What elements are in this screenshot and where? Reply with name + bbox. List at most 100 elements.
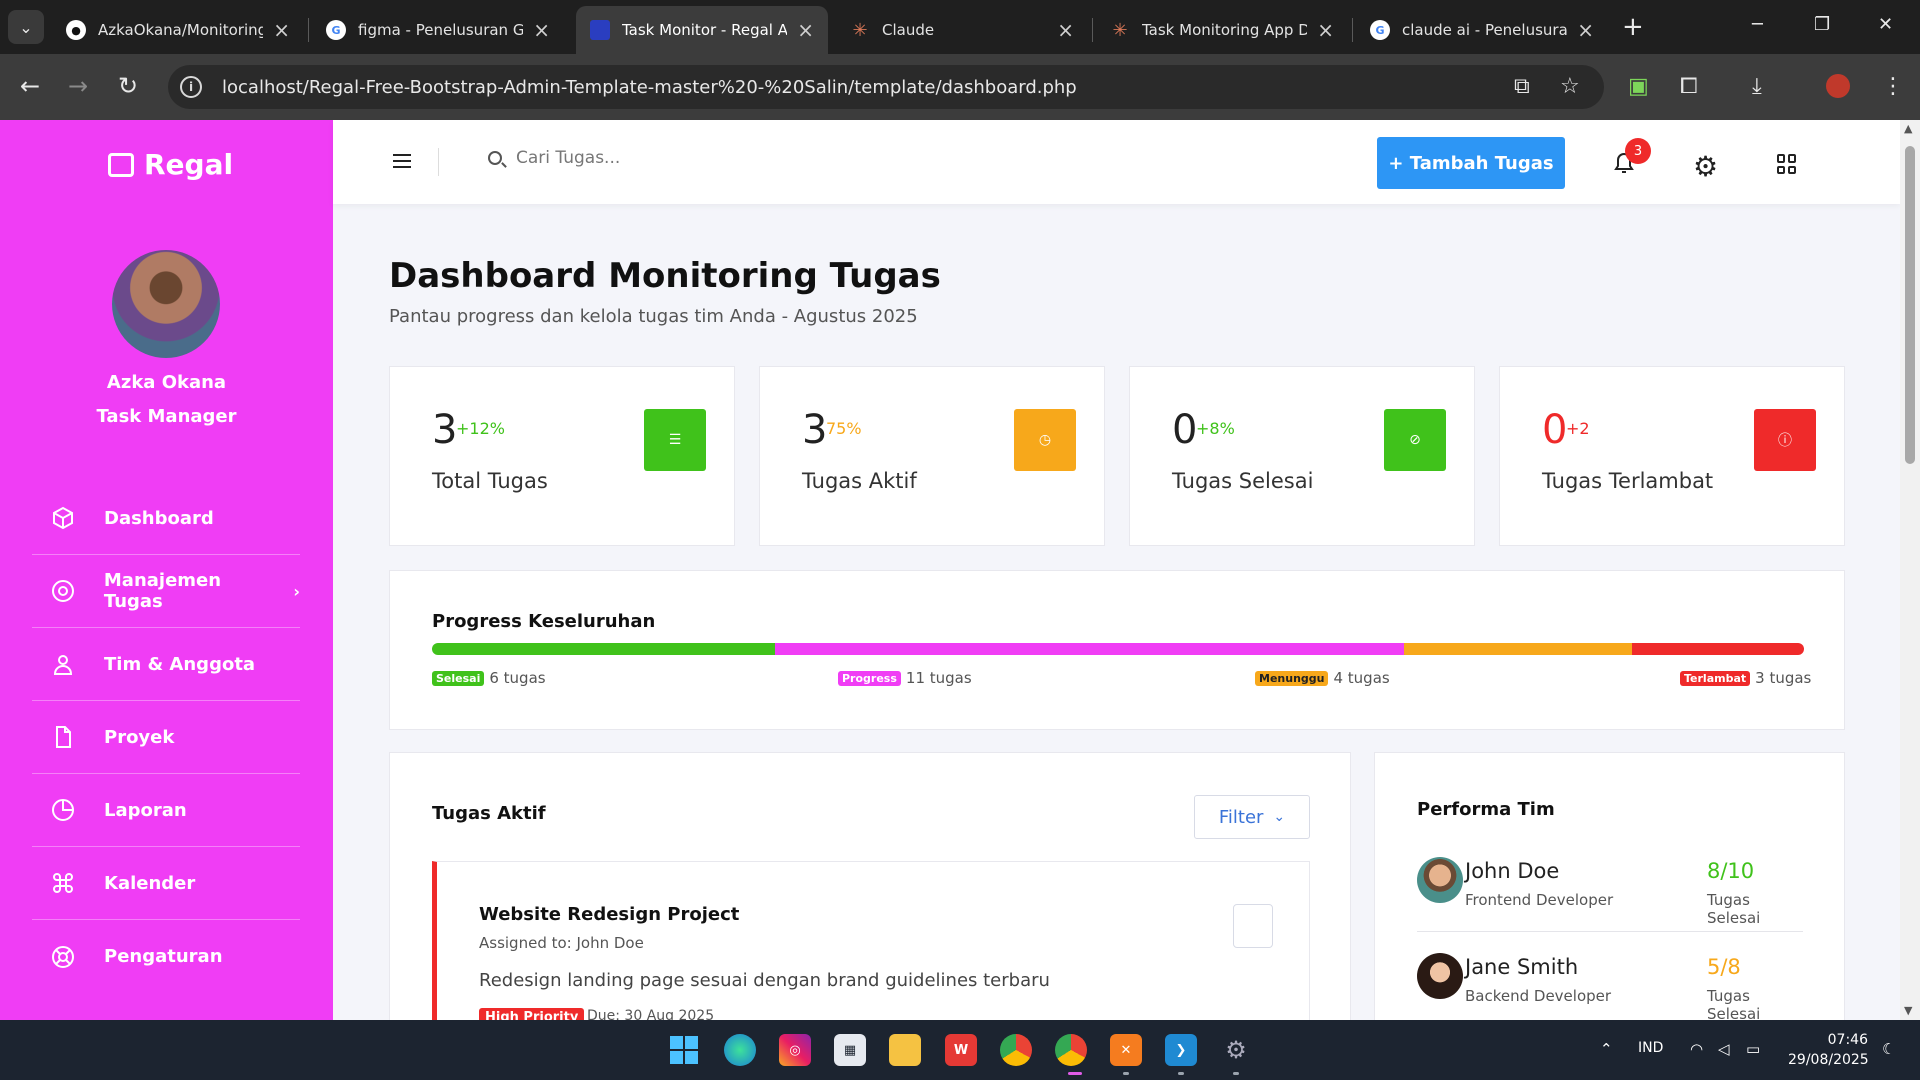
browser-tab[interactable]: G claude ai - Penelusuran × [1356, 6, 1608, 54]
site-info-icon[interactable]: i [180, 76, 202, 98]
forward-icon[interactable]: → [68, 72, 88, 100]
download-icon[interactable]: ⤓ [1752, 74, 1762, 99]
apps-grid-icon[interactable] [1777, 154, 1797, 174]
sidebar-item-label: Proyek [104, 726, 175, 748]
minimize-icon[interactable]: ─ [1752, 14, 1763, 35]
browser-tab[interactable]: G figma - Penelusuran Goo × [312, 6, 564, 54]
member-row[interactable]: John Doe Frontend Developer 8/10 Tugas S… [1417, 837, 1803, 933]
filter-button[interactable]: Filter ⌄ [1194, 795, 1310, 839]
sidebar-item-dashboard[interactable]: Dashboard [32, 482, 300, 555]
gear-icon[interactable]: ⚙ [1693, 150, 1718, 183]
member-score: 8/10 [1707, 859, 1755, 883]
profile-avatar[interactable] [1826, 74, 1850, 98]
notification-button[interactable]: 3 [1613, 138, 1651, 176]
search-box[interactable]: Cari Tugas... [488, 148, 620, 168]
system-clock[interactable]: 07:46 29/08/2025 [1788, 1030, 1869, 1070]
legend-text: 11 tugas [905, 669, 972, 687]
page-subtitle: Pantau progress dan kelola tugas tim And… [389, 306, 918, 327]
brand-name: Regal [144, 148, 234, 181]
close-tab-icon[interactable]: × [533, 18, 550, 42]
progress-segment [432, 643, 775, 655]
task-checkbox[interactable] [1233, 904, 1273, 948]
chevron-down-icon: ⌄ [19, 17, 33, 37]
progress-title: Progress Keseluruhan [432, 611, 656, 632]
scroll-up-icon[interactable]: ▲ [1904, 122, 1912, 135]
scrollbar-thumb[interactable] [1905, 146, 1915, 464]
hamburger-menu-icon[interactable] [393, 154, 411, 168]
close-tab-icon[interactable]: × [273, 18, 290, 42]
bookmark-star-icon[interactable]: ☆ [1560, 74, 1580, 99]
sidebar-item-team[interactable]: Tim & Anggota [32, 628, 300, 701]
sidebar-item-settings[interactable]: Pengaturan [32, 920, 300, 993]
legend-tag: Selesai [432, 670, 485, 686]
check-circle-icon: ⊘ [1384, 409, 1446, 471]
user-avatar[interactable] [112, 250, 220, 358]
legend-tag: Progress [838, 670, 901, 686]
member-row[interactable]: Jane Smith Backend Developer 5/8 Tugas S… [1417, 933, 1803, 1020]
sidebar-item-reports[interactable]: Laporan [32, 774, 300, 847]
browser-tab[interactable]: ● AzkaOkana/Monitoring- × [52, 6, 304, 54]
legend-tag: Terlambat [1680, 670, 1751, 686]
lifebuoy-icon [50, 944, 76, 970]
vscode-icon[interactable]: ❯ [1165, 1034, 1197, 1066]
battery-icon[interactable]: ▭ [1746, 1040, 1760, 1058]
chrome-icon[interactable] [1000, 1034, 1032, 1066]
clock-icon: ◷ [1014, 409, 1076, 471]
close-tab-icon[interactable]: × [1057, 18, 1074, 42]
browser-tab-active[interactable]: Task Monitor - Regal Ad × [576, 6, 828, 54]
close-window-icon[interactable]: ✕ [1878, 14, 1893, 35]
file-explorer-icon[interactable] [889, 1034, 921, 1066]
stat-change: +12% [456, 419, 505, 438]
tab-title: Task Monitor - Regal Ad [622, 21, 788, 39]
new-tab-button[interactable]: + [1622, 12, 1644, 42]
close-tab-icon[interactable]: × [1577, 18, 1594, 42]
menu-dots-icon[interactable]: ⋮ [1882, 74, 1904, 99]
search-input[interactable]: Cari Tugas... [516, 148, 620, 168]
close-tab-icon[interactable]: × [797, 18, 814, 42]
translate-icon[interactable]: ⧉ [1514, 74, 1530, 99]
sidebar-item-projects[interactable]: Proyek [32, 701, 300, 774]
github-icon: ● [66, 20, 86, 40]
browser-tab[interactable]: ✳ Task Monitoring App De × [1096, 6, 1348, 54]
reload-icon[interactable]: ↻ [118, 72, 138, 100]
sidebar-item-calendar[interactable]: Kalender [32, 847, 300, 920]
wifi-icon[interactable]: ◠ [1690, 1040, 1703, 1058]
windows-start-icon[interactable] [668, 1034, 700, 1066]
notification-center-icon[interactable]: ☾ [1882, 1040, 1895, 1058]
store-icon[interactable]: ▦ [834, 1034, 866, 1066]
stat-change: +2 [1566, 419, 1590, 438]
close-tab-icon[interactable]: × [1317, 18, 1334, 42]
language-indicator[interactable]: IND [1638, 1040, 1663, 1056]
tray-chevron-up-icon[interactable]: ⌃ [1600, 1040, 1613, 1058]
wps-office-icon[interactable]: W [945, 1034, 977, 1066]
xampp-icon[interactable]: ✕ [1110, 1034, 1142, 1066]
instagram-icon[interactable]: ◎ [779, 1034, 811, 1066]
page-scrollbar[interactable]: ▲ ▼ [1900, 120, 1920, 1020]
back-icon[interactable]: ← [20, 72, 40, 100]
sidebar-item-label: Laporan [104, 799, 187, 821]
sidebar-item-label: Manajemen Tugas [103, 570, 222, 612]
brand-logo[interactable]: Regal [108, 148, 233, 181]
google-icon: G [326, 20, 346, 40]
chrome-profile-icon[interactable] [1055, 1034, 1087, 1066]
restore-icon[interactable]: ❐ [1814, 14, 1830, 35]
puzzle-icon[interactable]: ⧠ [1680, 74, 1698, 99]
file-icon [50, 724, 76, 750]
scroll-down-icon[interactable]: ▼ [1904, 1004, 1912, 1017]
extension-icon[interactable]: ▣ [1628, 74, 1649, 99]
settings-gear-icon[interactable]: ⚙ [1220, 1034, 1252, 1066]
running-app-indicator [1233, 1072, 1239, 1075]
volume-icon[interactable]: ◁ [1718, 1040, 1730, 1058]
add-task-button[interactable]: + Tambah Tugas [1377, 137, 1565, 189]
browser-tab[interactable]: ✳ Claude × [836, 6, 1088, 54]
legend-tag: Menunggu [1255, 670, 1329, 686]
chevron-right-icon: › [293, 581, 300, 601]
edge-icon[interactable] [724, 1034, 756, 1066]
address-bar[interactable]: i localhost/Regal-Free-Bootstrap-Admin-T… [168, 65, 1604, 109]
stat-card-done: 0 +8% Tugas Selesai ⊘ [1129, 366, 1475, 546]
task-item[interactable]: Website Redesign Project Assigned to: Jo… [432, 861, 1310, 1020]
sidebar-item-task-management[interactable]: Manajemen Tugas › [32, 555, 300, 628]
tab-search-button[interactable]: ⌄ [8, 10, 44, 44]
stat-value: 0 [1172, 407, 1198, 453]
alert-circle-icon: ⓘ [1754, 409, 1816, 471]
